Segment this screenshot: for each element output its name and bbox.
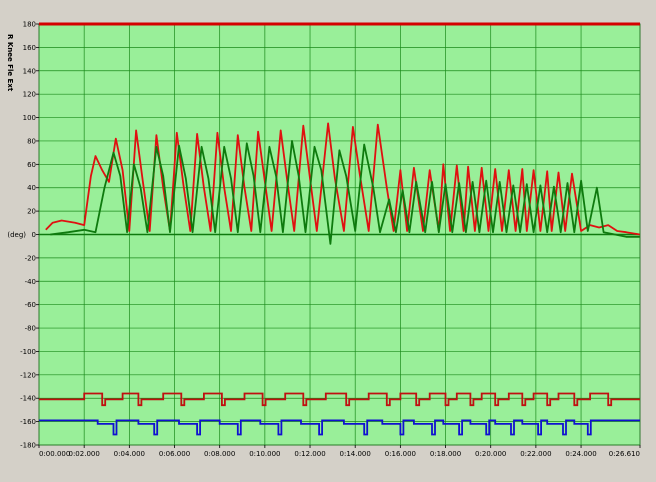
x-tick-label: 0:24.000 [565, 450, 596, 458]
x-tick-label: 0:20.000 [475, 450, 506, 458]
x-tick-label: 0:08.000 [204, 450, 235, 458]
y-tick-label: -180 [20, 442, 36, 450]
y-tick-label: 140 [23, 67, 36, 75]
y-tick-label: 20 [27, 208, 36, 216]
x-tick-label: 0:14.000 [340, 450, 371, 458]
y-tick-label: -40 [25, 278, 36, 286]
x-tick-label: 0:26.610 [609, 450, 640, 458]
y-tick-label: 120 [23, 91, 36, 99]
x-tick-label: 0:00.000 [39, 450, 70, 458]
y-tick-label: 180 [23, 21, 36, 29]
y-tick-label: -100 [20, 348, 36, 356]
x-tick-label: 0:10.000 [249, 450, 280, 458]
x-tick-label: 0:22.000 [520, 450, 551, 458]
y-tick-label: 0 [32, 231, 36, 239]
knee-angle-chart: 180 160 140 120 100 80 60 40 20 0 -20 -40 -60 -80 -100… [6, 21, 641, 458]
x-tick-label: 0:16.000 [385, 450, 416, 458]
y-tick-label: -160 [20, 418, 36, 426]
y-tick-label: 160 [23, 44, 36, 52]
y-tick-label: 60 [27, 161, 36, 169]
y-tick-label: 100 [23, 114, 36, 122]
y-tick-label: -20 [25, 254, 36, 262]
y-tick-label: -140 [20, 395, 36, 403]
unit-label: (deg) [7, 231, 26, 239]
x-tick-label: 0:12.000 [294, 450, 325, 458]
x-axis-ticks: 0:00.0000:02.000 0:04.000 0:06.000 0:08.000… [38, 445, 641, 458]
x-tick-label: 0:18.000 [430, 450, 461, 458]
y-tick-label: -60 [25, 301, 36, 309]
y-tick-label: -80 [25, 325, 36, 333]
y-tick-label: 80 [27, 137, 36, 145]
x-tick-label: 0:06.000 [159, 450, 190, 458]
x-tick-label: 0:02.000 [69, 450, 100, 458]
y-axis-label: R Knee Fle Ext [6, 34, 14, 92]
y-tick-label: 40 [27, 184, 36, 192]
x-tick-label: 0:04.000 [114, 450, 145, 458]
y-tick-label: -120 [20, 371, 36, 379]
